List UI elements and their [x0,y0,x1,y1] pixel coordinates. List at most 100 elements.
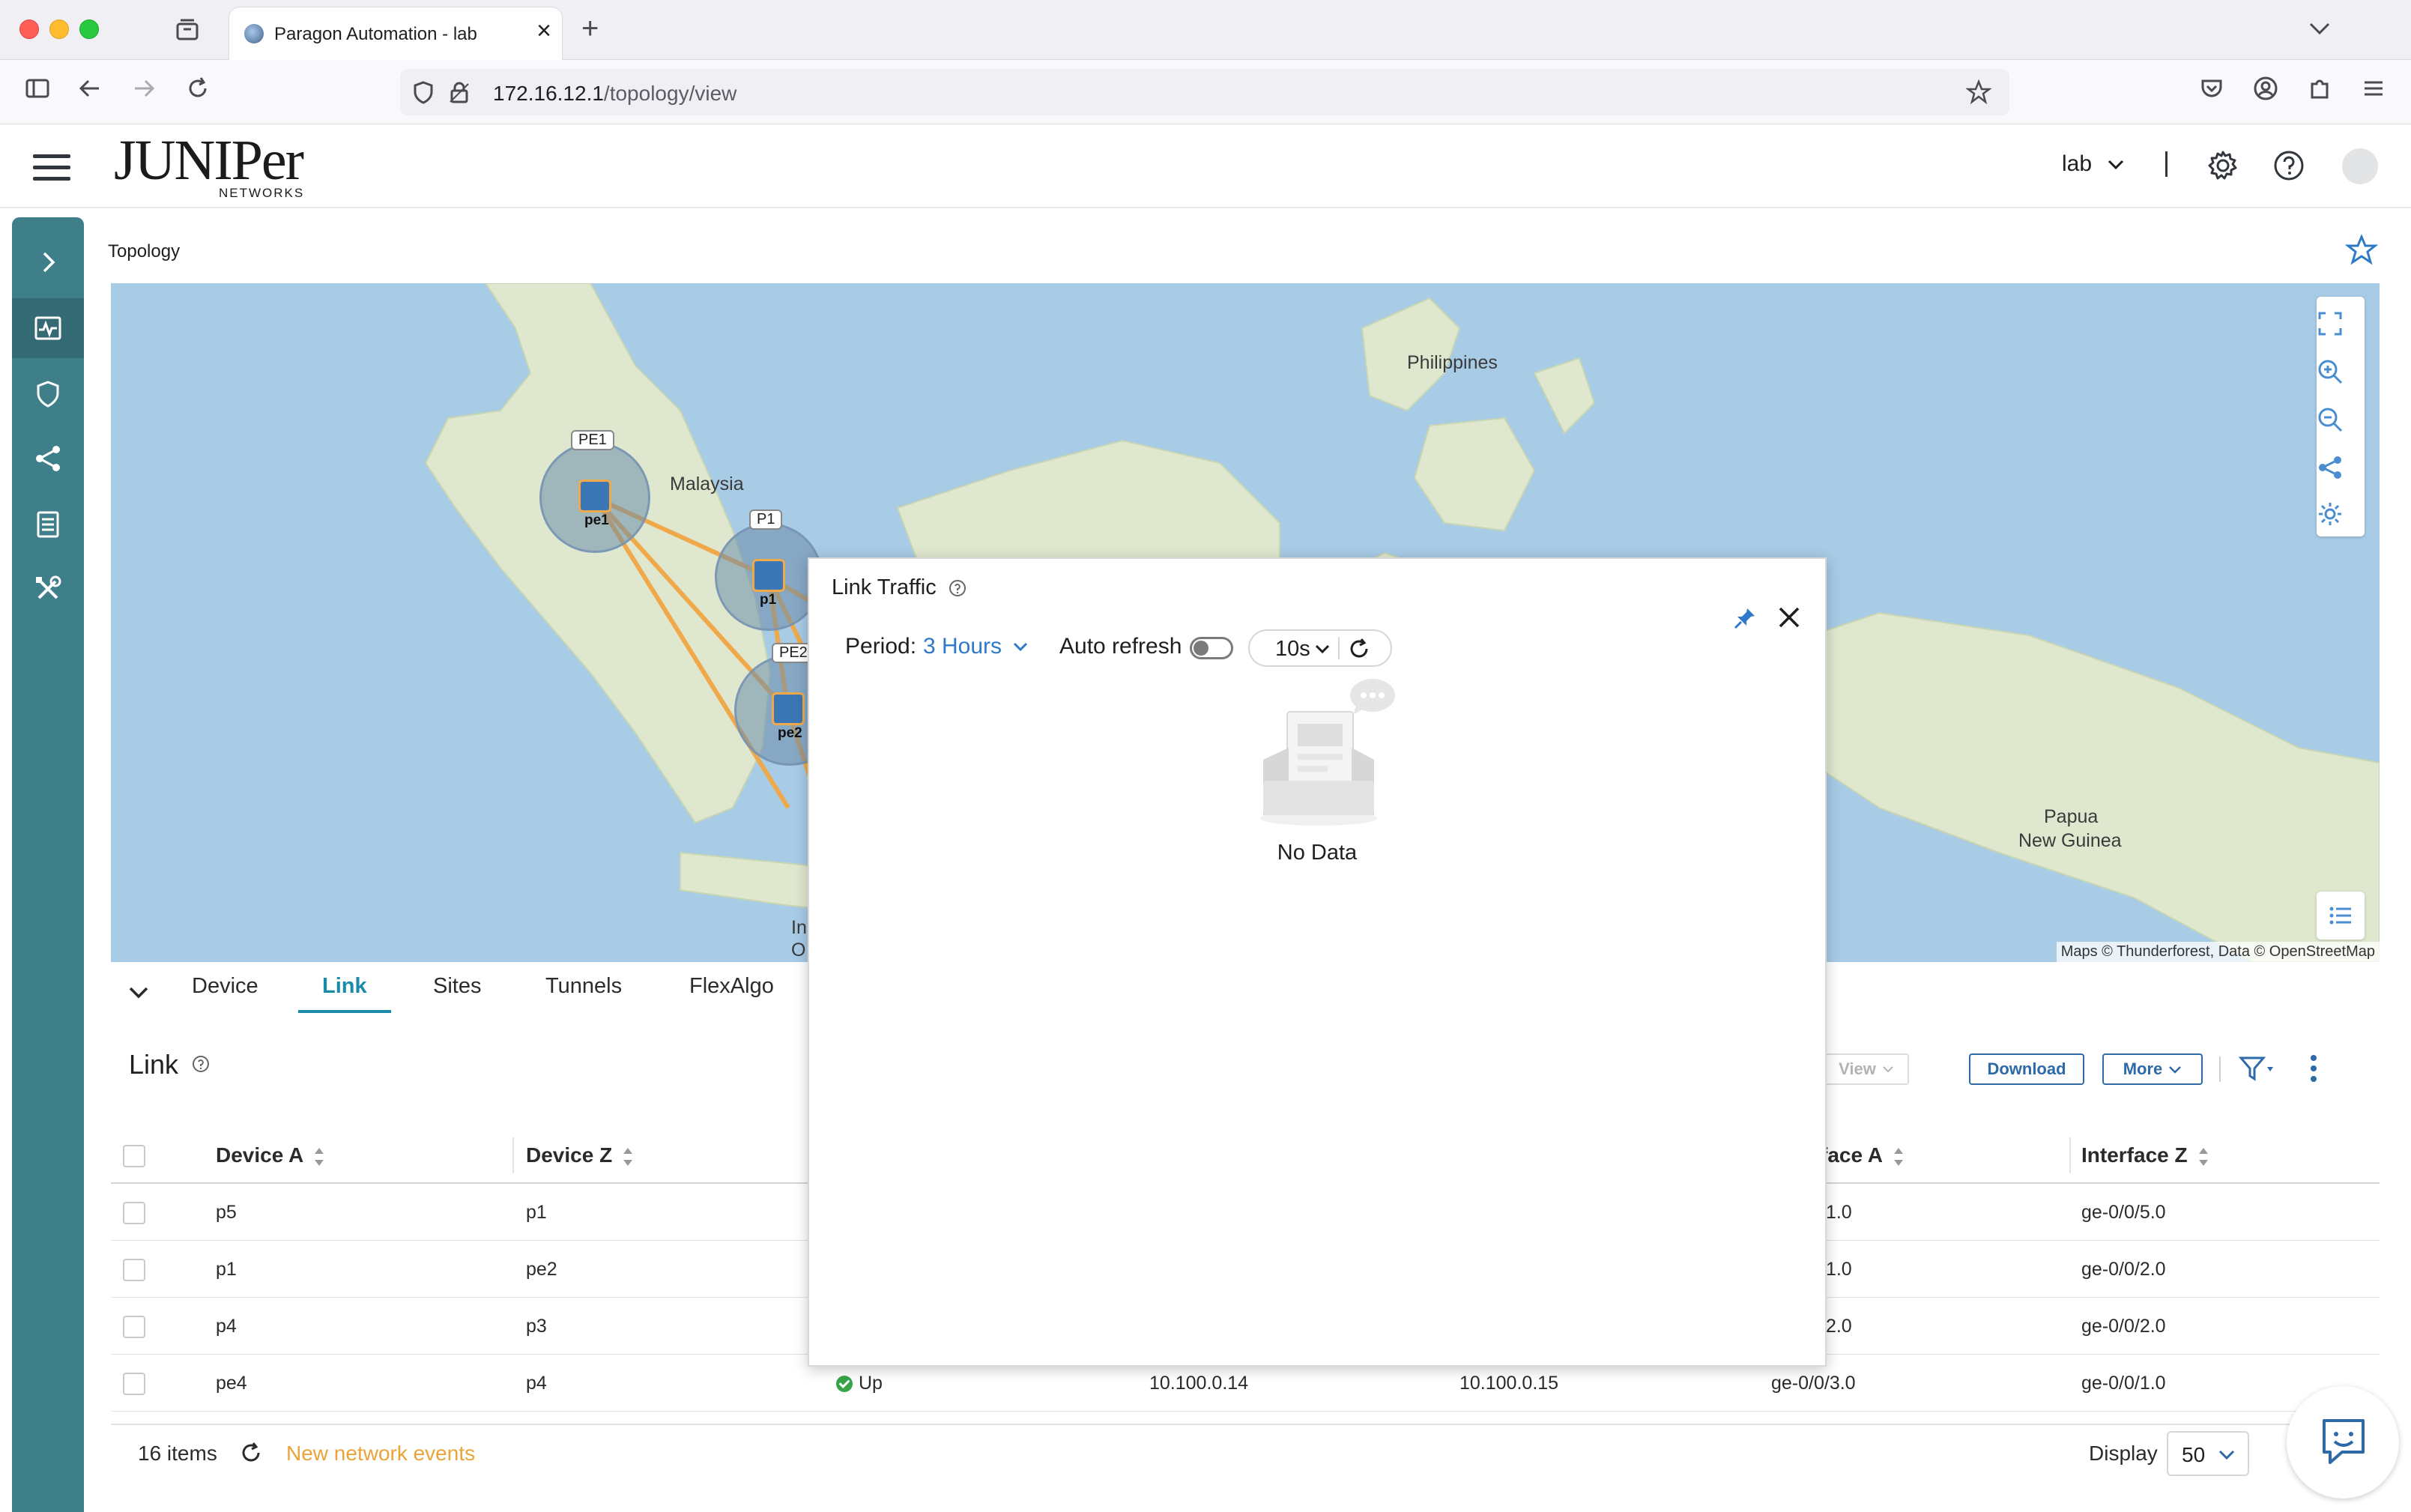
tab-overview-icon[interactable] [174,16,201,43]
map-label-indian-ocean-a: In [791,917,807,938]
col-interface-a[interactable]: face A [1821,1143,1904,1167]
new-tab-icon[interactable]: + [581,13,599,43]
col-interface-z[interactable]: Interface Z [2081,1143,2209,1167]
panel-title: Link [129,1049,179,1080]
expand-nav-button[interactable] [12,232,84,292]
window-minimize-button[interactable] [49,19,69,39]
row-checkbox[interactable] [123,1202,145,1224]
col-device-a-label: Device A [216,1143,304,1167]
account-icon[interactable] [2252,75,2279,102]
url-path: /topology/view [603,82,737,105]
lock-icon[interactable] [447,79,472,105]
tracking-shield-icon[interactable] [411,79,436,105]
user-menu[interactable]: lab [2062,151,2125,177]
user-avatar[interactable] [2342,148,2378,184]
settings-gear-icon[interactable] [2207,150,2239,181]
cell-ip-a: 10.100.0.14 [1149,1373,1249,1394]
favorite-star-icon[interactable] [2345,234,2378,267]
filter-icon[interactable] [2239,1055,2276,1082]
table-footer: 16 items New network events Display 50 [111,1424,2380,1487]
sort-icon[interactable] [1893,1147,1904,1166]
browser-navbar: 172.16.12.1/topology/view [0,60,2411,124]
tab-tunnels[interactable]: Tunnels [545,974,622,999]
new-network-events-link[interactable]: New network events [286,1442,475,1466]
select-all-checkbox[interactable] [123,1145,145,1167]
chat-assistant-button[interactable] [2287,1386,2399,1499]
tab-sites[interactable]: Sites [433,974,481,999]
tools-icon [36,575,61,599]
refresh-icon[interactable] [238,1440,264,1466]
sort-icon[interactable] [314,1147,324,1166]
list-icon [2329,907,2351,925]
tab-flexalgo[interactable]: FlexAlgo [689,974,774,999]
tab-device[interactable]: Device [192,974,258,999]
back-arrow-icon[interactable] [76,75,103,102]
nav-administration[interactable] [12,559,84,619]
app-menu-icon[interactable] [2360,75,2387,102]
nav-reports[interactable] [12,495,84,554]
view-button[interactable]: View [1824,1053,1909,1085]
url-text: 172.16.12.1/topology/view [493,82,736,106]
page-size-select[interactable]: 50 [2167,1431,2249,1476]
map-legend-button[interactable] [2317,892,2365,940]
auto-refresh-toggle[interactable] [1190,637,1233,659]
node-tag-pe1: PE1 [571,430,614,450]
collapse-panel-chevron-icon[interactable] [127,982,150,1004]
map-settings-icon[interactable] [2317,501,2344,527]
cell-device-z: pe2 [526,1259,557,1280]
main-menu-button[interactable] [33,154,70,181]
tab-list-chevron-icon[interactable] [2308,19,2332,37]
router-icon-pe1[interactable] [578,480,611,512]
window-zoom-button[interactable] [79,19,99,39]
view-button-label: View [1839,1059,1876,1078]
popup-help-icon[interactable] [949,579,966,597]
cell-interface-z: ge-0/0/1.0 [2081,1373,2166,1394]
paragon-favicon-icon [244,24,264,43]
pocket-icon[interactable] [2198,75,2225,102]
sidebar-toggle-icon[interactable] [24,75,51,102]
refresh-now-icon[interactable] [1347,637,1371,661]
download-button[interactable]: Download [1969,1053,2084,1085]
reload-icon[interactable] [184,75,211,102]
map-label-indian-ocean-b: O [791,940,806,961]
nav-trust[interactable] [12,364,84,424]
pin-icon[interactable] [1732,605,1758,631]
sort-icon[interactable] [2198,1147,2209,1166]
browser-tab-active[interactable]: Paragon Automation - lab × [229,7,562,60]
forward-arrow-icon[interactable] [130,75,157,102]
row-checkbox[interactable] [123,1373,145,1395]
map-label-malaysia: Malaysia [670,474,744,495]
zoom-out-icon[interactable] [2317,406,2344,433]
router-icon-pe2[interactable] [772,692,805,725]
more-button[interactable]: More [2102,1053,2203,1085]
tab-link[interactable]: Link [322,974,367,999]
nav-orchestration[interactable] [12,429,84,489]
bookmark-star-icon[interactable] [1966,79,1991,105]
cell-interface-z: ge-0/0/5.0 [2081,1202,2166,1223]
toolbar-divider [2219,1056,2221,1082]
fullscreen-icon[interactable] [2317,310,2344,337]
status-label: Up [859,1373,883,1394]
router-icon-p1[interactable] [752,559,785,592]
refresh-interval-control[interactable]: 10s [1248,629,1392,667]
header-divider [2165,151,2168,177]
col-device-a[interactable]: Device A [216,1143,324,1167]
tab-close-icon[interactable]: × [536,18,551,43]
kebab-menu-icon[interactable] [2308,1053,2320,1083]
nav-observability[interactable] [12,298,84,358]
sort-icon[interactable] [623,1147,633,1166]
col-device-z[interactable]: Device Z [526,1143,633,1167]
row-checkbox[interactable] [123,1259,145,1281]
row-checkbox[interactable] [123,1316,145,1338]
juniper-logo[interactable]: JUNIPer NETWORKS [114,132,339,200]
layout-share-icon[interactable] [2317,454,2344,481]
period-dropdown[interactable]: 3 Hours [923,634,1029,659]
map-attribution: Maps © Thunderforest, Data © OpenStreetM… [2056,942,2380,962]
zoom-in-icon[interactable] [2317,358,2344,385]
extensions-icon[interactable] [2306,75,2333,102]
close-icon[interactable] [1774,602,1804,632]
link-help-icon[interactable] [192,1055,210,1073]
window-close-button[interactable] [19,19,39,39]
help-icon[interactable] [2273,150,2305,181]
address-bar[interactable]: 172.16.12.1/topology/view [400,69,2009,115]
